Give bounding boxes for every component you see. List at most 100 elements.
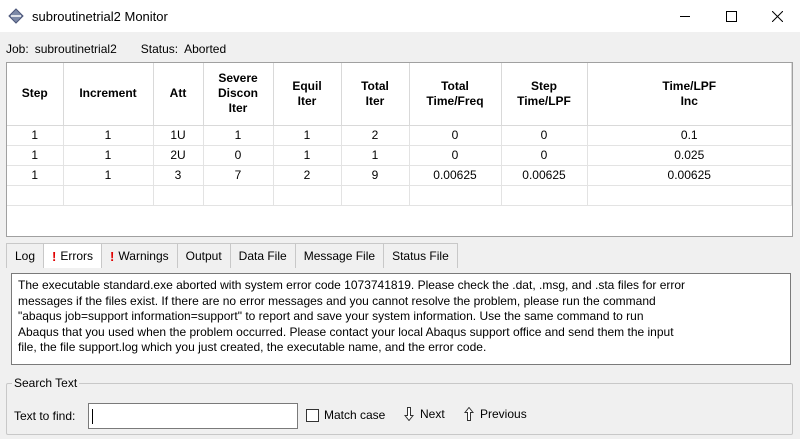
tab-label: Log xyxy=(15,249,36,263)
tab-label: Warnings xyxy=(118,249,169,263)
table-cell xyxy=(63,185,154,206)
close-button[interactable] xyxy=(754,0,800,32)
tab-message-file[interactable]: Message File xyxy=(294,243,385,268)
tab-label: Output xyxy=(185,249,222,263)
error-marker-icon: ! xyxy=(110,248,115,264)
error-marker-icon: ! xyxy=(52,248,57,264)
table-cell: 1 xyxy=(63,125,154,146)
maximize-icon xyxy=(725,10,737,22)
table-cell: 0.00625 xyxy=(501,165,588,186)
table-header-row: Step Increment Att Severe Discon Iter Equil Ite… xyxy=(7,63,792,126)
table-cell: 2 xyxy=(341,125,410,146)
table-cell xyxy=(7,185,64,206)
message-line: The executable standard.exe aborted with… xyxy=(18,278,686,292)
match-case-label: Match case xyxy=(324,408,386,422)
table-cell: 0.00625 xyxy=(409,165,502,186)
tab-output[interactable]: Output xyxy=(176,243,231,268)
text-caret xyxy=(92,409,93,424)
column-header[interactable]: Total Time/Freq xyxy=(409,63,502,126)
message-line: Abaqus that you used when the problem oc… xyxy=(18,324,674,339)
match-case-checkbox[interactable]: Match case xyxy=(306,408,385,422)
table-cell xyxy=(203,185,274,206)
table-cell: 9 xyxy=(341,165,410,186)
column-header-line: Total xyxy=(441,78,469,93)
column-header[interactable]: Increment xyxy=(63,63,154,126)
column-header-line: Inc xyxy=(680,93,698,108)
table-cell xyxy=(587,185,792,206)
table-row[interactable]: 1 1 1U 1 1 2 0 0 0.1 xyxy=(7,125,792,146)
table-cell: 0.025 xyxy=(587,145,792,166)
minimize-button[interactable] xyxy=(662,0,708,32)
close-icon xyxy=(771,10,783,22)
table-cell: 1 xyxy=(273,145,342,166)
previous-button[interactable]: Previous xyxy=(464,407,527,421)
table-cell: 2U xyxy=(153,145,204,166)
column-header-line: Equil xyxy=(292,78,322,93)
message-line: "abaqus job=support information=support"… xyxy=(18,309,644,324)
table-row[interactable]: 1 1 2U 0 1 1 0 0 0.025 xyxy=(7,145,792,166)
find-label: Text to find: xyxy=(14,409,76,423)
tab-label: Message File xyxy=(303,249,376,263)
job-status: Aborted xyxy=(184,42,227,56)
checkbox-box[interactable] xyxy=(306,408,319,422)
table-cell: 3 xyxy=(153,165,204,186)
table-cell: 1 xyxy=(63,145,154,166)
table-cell: 0.00625 xyxy=(587,165,792,186)
arrow-up-icon xyxy=(464,407,474,421)
output-tabs: Log! Errors! Warnings Output Data File Messag… xyxy=(6,243,458,268)
increments-table: Step Increment Att Severe Discon Iter Equil Ite… xyxy=(6,62,793,237)
table-cell: 1U xyxy=(153,125,204,146)
column-header[interactable]: Att xyxy=(153,63,204,126)
arrow-down-icon xyxy=(404,407,414,421)
status-label: Status: xyxy=(140,42,179,56)
column-header[interactable]: Step Time/LPF xyxy=(501,63,588,126)
table-cell xyxy=(153,185,204,206)
table-cell: 0 xyxy=(203,145,274,166)
column-header-line: Step xyxy=(21,86,48,101)
table-cell: 1 xyxy=(7,145,64,166)
table-cell: 2 xyxy=(273,165,342,186)
table-cell: 7 xyxy=(203,165,274,186)
table-cell: 1 xyxy=(273,125,342,146)
minimize-icon xyxy=(679,15,690,17)
column-header-line: Discon xyxy=(217,86,258,101)
table-cell: 0 xyxy=(409,125,502,146)
tab-label: Data File xyxy=(238,249,287,263)
job-name: subroutinetrial2 xyxy=(34,42,117,56)
next-button[interactable]: Next xyxy=(404,407,445,421)
error-message-text[interactable]: The executable standard.exe aborted with… xyxy=(11,273,791,365)
table-row[interactable]: 1 1 3 7 2 9 0.00625 0.00625 0.00625 xyxy=(7,165,792,186)
previous-label: Previous xyxy=(480,407,527,421)
tab-log[interactable]: Log xyxy=(6,243,45,268)
tab-label: Errors xyxy=(60,249,94,263)
column-header-line: Att xyxy=(169,86,187,101)
column-header-line: Total xyxy=(361,78,389,93)
table-row[interactable] xyxy=(7,185,792,206)
abaqus-diamond-icon xyxy=(8,8,24,24)
tab-data-file[interactable]: Data File xyxy=(229,243,296,268)
table-cell xyxy=(501,185,588,206)
column-header[interactable]: Total Iter xyxy=(341,63,410,126)
column-header[interactable]: Time/LPF Inc xyxy=(587,63,792,126)
column-header[interactable]: Step xyxy=(7,63,64,126)
column-header-line: Increment xyxy=(79,86,137,101)
column-header[interactable]: Severe Discon Iter xyxy=(203,63,274,126)
column-header-line: Severe xyxy=(218,71,258,86)
table-cell xyxy=(273,185,342,206)
table-cell: 0.1 xyxy=(587,125,792,146)
tab-status-file[interactable]: Status File xyxy=(383,243,458,268)
tab-warnings[interactable]: ! Warnings xyxy=(101,243,178,268)
maximize-button[interactable] xyxy=(708,0,754,32)
table-cell: 1 xyxy=(203,125,274,146)
table-cell xyxy=(409,185,502,206)
column-header-line: Iter xyxy=(365,93,385,108)
tab-label: Status File xyxy=(392,249,449,263)
find-input[interactable] xyxy=(88,403,298,429)
column-header[interactable]: Equil Iter xyxy=(273,63,342,126)
job-label: Job: xyxy=(6,42,29,56)
window-title: subroutinetrial2 Monitor xyxy=(32,8,168,24)
column-header-line: Time/LPF xyxy=(517,93,571,108)
column-header-line: Time/LPF xyxy=(662,78,717,93)
column-header-line: Time/Freq xyxy=(426,93,484,108)
tab-errors[interactable]: ! Errors xyxy=(43,243,103,268)
